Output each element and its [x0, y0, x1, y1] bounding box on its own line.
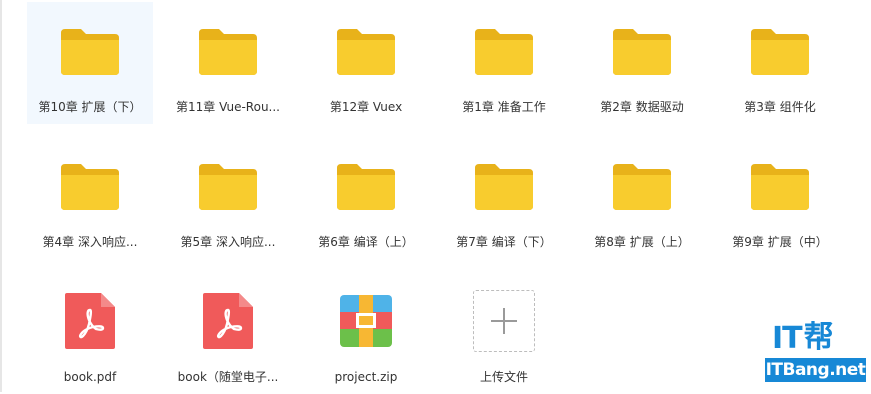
zip-archive-icon	[303, 286, 429, 356]
folder-icon	[441, 151, 567, 221]
itbang-watermark: IT 帮 ITBang.net	[758, 318, 866, 384]
folder-icon	[717, 16, 843, 86]
item-label: book.pdf	[63, 370, 117, 384]
item-label: 第1章 准备工作	[462, 100, 546, 114]
pdf-file-icon	[27, 286, 153, 356]
pdf-file-icon	[165, 286, 291, 356]
watermark-logo-top: IT 帮	[772, 318, 834, 354]
item-label: 第12章 Vuex	[329, 100, 403, 114]
item-label: 第6章 编译（上）	[318, 235, 414, 249]
folder-item[interactable]: 第2章 数据驱动	[579, 2, 705, 124]
folder-icon	[579, 151, 705, 221]
folder-item[interactable]: 第3章 组件化	[717, 2, 843, 124]
folder-icon	[165, 151, 291, 221]
watermark-bang-text: 帮	[803, 320, 834, 355]
item-label: 第8章 扩展（上）	[594, 235, 690, 249]
item-label: 第4章 深入响应...	[42, 235, 138, 249]
watermark-domain-banner: ITBang.net	[765, 358, 866, 382]
folder-icon	[303, 16, 429, 86]
file-item[interactable]: project.zip	[303, 272, 429, 394]
file-item[interactable]: book（随堂电子...	[165, 272, 291, 394]
item-label: 第5章 深入响应...	[180, 235, 276, 249]
folder-item[interactable]: 第8章 扩展（上）	[579, 137, 705, 259]
item-label: 第10章 扩展（下）	[38, 100, 142, 114]
upload-dropzone[interactable]	[473, 290, 535, 352]
folder-icon	[717, 151, 843, 221]
folder-icon	[165, 16, 291, 86]
item-label: book（随堂电子...	[177, 370, 279, 384]
folder-icon	[303, 151, 429, 221]
folder-item[interactable]: 第5章 深入响应...	[165, 137, 291, 259]
item-label: 第9章 扩展（中）	[732, 235, 828, 249]
folder-item[interactable]: 第6章 编译（上）	[303, 137, 429, 259]
file-item[interactable]: book.pdf	[27, 272, 153, 394]
folder-icon	[441, 16, 567, 86]
folder-icon	[579, 16, 705, 86]
upload-icon[interactable]	[441, 286, 567, 356]
item-label: 第3章 组件化	[744, 100, 816, 114]
upload-file-button[interactable]: 上传文件	[441, 272, 567, 394]
folder-item[interactable]: 第7章 编译（下）	[441, 137, 567, 259]
folder-item[interactable]: 第1章 准备工作	[441, 2, 567, 124]
folder-item[interactable]: 第10章 扩展（下）	[27, 2, 153, 124]
plus-icon	[491, 308, 517, 334]
folder-item[interactable]: 第4章 深入响应...	[27, 137, 153, 259]
item-label: project.zip	[334, 370, 398, 384]
watermark-it-text: IT	[772, 321, 803, 356]
folder-item[interactable]: 第9章 扩展（中）	[717, 137, 843, 259]
item-label: 第2章 数据驱动	[600, 100, 684, 114]
item-label: 上传文件	[479, 370, 528, 384]
item-label: 第7章 编译（下）	[456, 235, 552, 249]
item-label: 第11章 Vue-Rou...	[176, 100, 280, 114]
file-grid: 第10章 扩展（下） 第11章 Vue-Rou... 第12章 Vuex 第1章 准备…	[0, 0, 871, 392]
folder-icon	[27, 151, 153, 221]
folder-icon	[27, 16, 153, 86]
folder-item[interactable]: 第12章 Vuex	[303, 2, 429, 124]
folder-item[interactable]: 第11章 Vue-Rou...	[165, 2, 291, 124]
